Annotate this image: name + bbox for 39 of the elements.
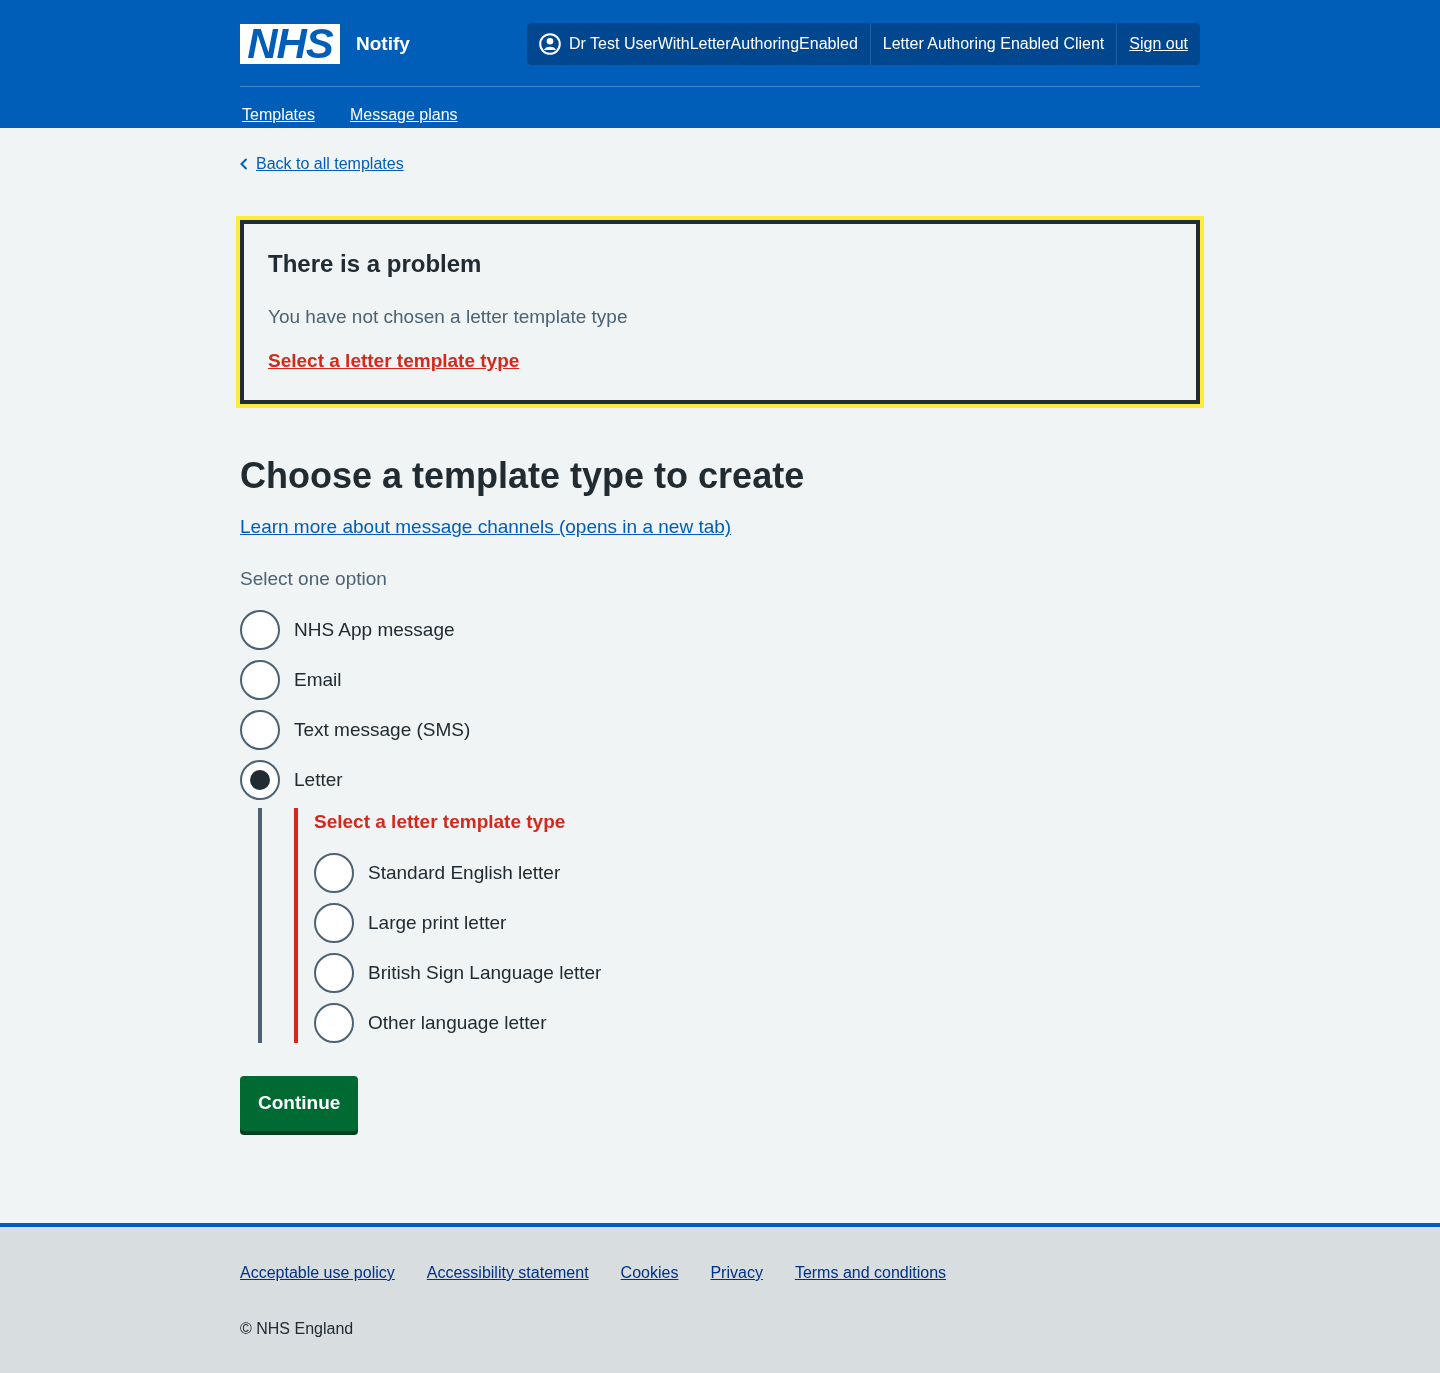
- nav-link[interactable]: Message plans: [349, 106, 458, 124]
- error-summary-text: You have not chosen a letter template type: [268, 305, 629, 329]
- user-icon: [539, 32, 562, 55]
- radio-label[interactable]: Email: [294, 666, 342, 694]
- error-summary-title: There is a problem: [268, 249, 483, 279]
- footer-link[interactable]: Accessibility statement: [426, 1262, 589, 1284]
- user-name: Dr Test UserWithLetterAuthoringEnabled: [569, 34, 858, 53]
- chevron-left-icon: [240, 158, 248, 170]
- footer-link[interactable]: Acceptable use policy: [240, 1262, 395, 1284]
- radio-label[interactable]: Text message (SMS): [294, 716, 471, 744]
- learn-more-link[interactable]: Learn more about message channels (opens in a new tab): [240, 513, 732, 541]
- client-name: Letter Authoring Enabled Client: [882, 34, 1105, 53]
- radio-button[interactable]: [240, 760, 280, 800]
- nav-link[interactable]: Templates: [242, 106, 315, 124]
- error-link[interactable]: Select a letter template type: [268, 347, 520, 375]
- radio-button[interactable]: [240, 710, 280, 750]
- logo[interactable]: NHS: [240, 23, 340, 64]
- radio-button[interactable]: [314, 903, 354, 943]
- footer-link[interactable]: Privacy: [710, 1262, 763, 1284]
- radio-button[interactable]: [314, 1003, 354, 1043]
- radio-label[interactable]: Large print letter: [368, 909, 507, 937]
- service-name: Notify: [356, 31, 410, 56]
- error-message: Select a letter template type: [314, 810, 567, 834]
- copyright: © NHS England: [240, 1319, 355, 1339]
- hint-text: Select one option: [240, 567, 388, 591]
- radio-label[interactable]: Letter: [294, 766, 343, 794]
- sign-out-link[interactable]: Sign out: [1129, 34, 1188, 53]
- radio-label[interactable]: Other language letter: [368, 1009, 547, 1037]
- radio-label[interactable]: NHS App message: [294, 616, 455, 644]
- radio-button[interactable]: [240, 660, 280, 700]
- radio-label[interactable]: Standard English letter: [368, 859, 561, 887]
- footer-link[interactable]: Cookies: [620, 1262, 679, 1284]
- radio-label[interactable]: British Sign Language letter: [368, 959, 602, 987]
- radio-button[interactable]: [314, 953, 354, 993]
- radio-button[interactable]: [314, 853, 354, 893]
- footer-link[interactable]: Terms and conditions: [794, 1262, 947, 1284]
- radio-button[interactable]: [240, 610, 280, 650]
- page-heading: Choose a template type to create: [240, 454, 806, 498]
- back-link[interactable]: Back to all templates: [240, 154, 404, 174]
